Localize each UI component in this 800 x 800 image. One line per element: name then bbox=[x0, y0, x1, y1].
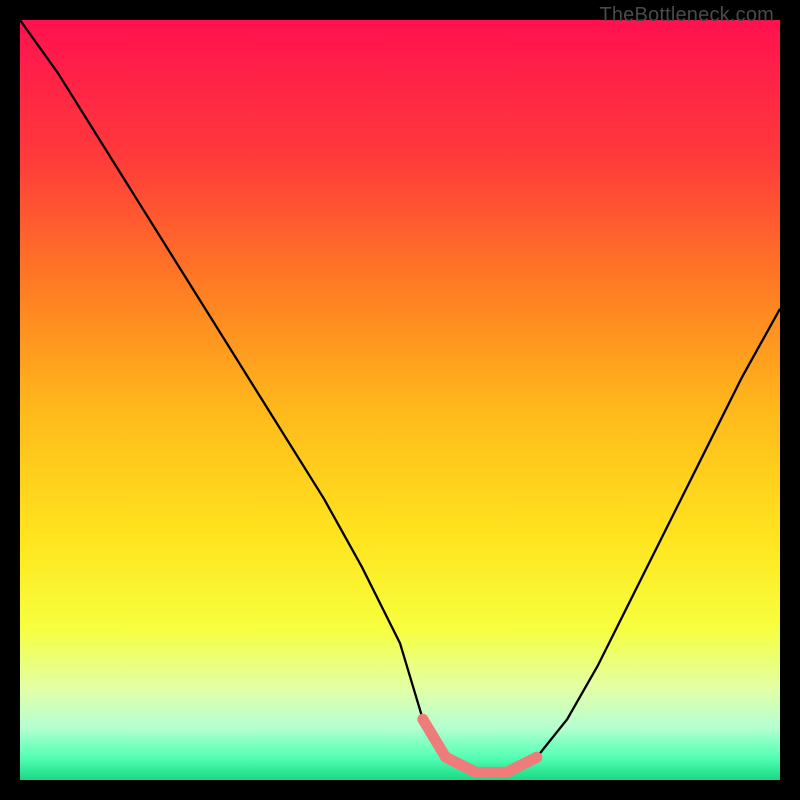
curve-layer bbox=[20, 20, 780, 780]
watermark-text: TheBottleneck.com bbox=[599, 4, 774, 27]
plot-area bbox=[20, 20, 780, 780]
bottom-highlight bbox=[423, 719, 537, 772]
chart-frame: TheBottleneck.com bbox=[0, 0, 800, 800]
bottleneck-curve bbox=[20, 20, 780, 772]
